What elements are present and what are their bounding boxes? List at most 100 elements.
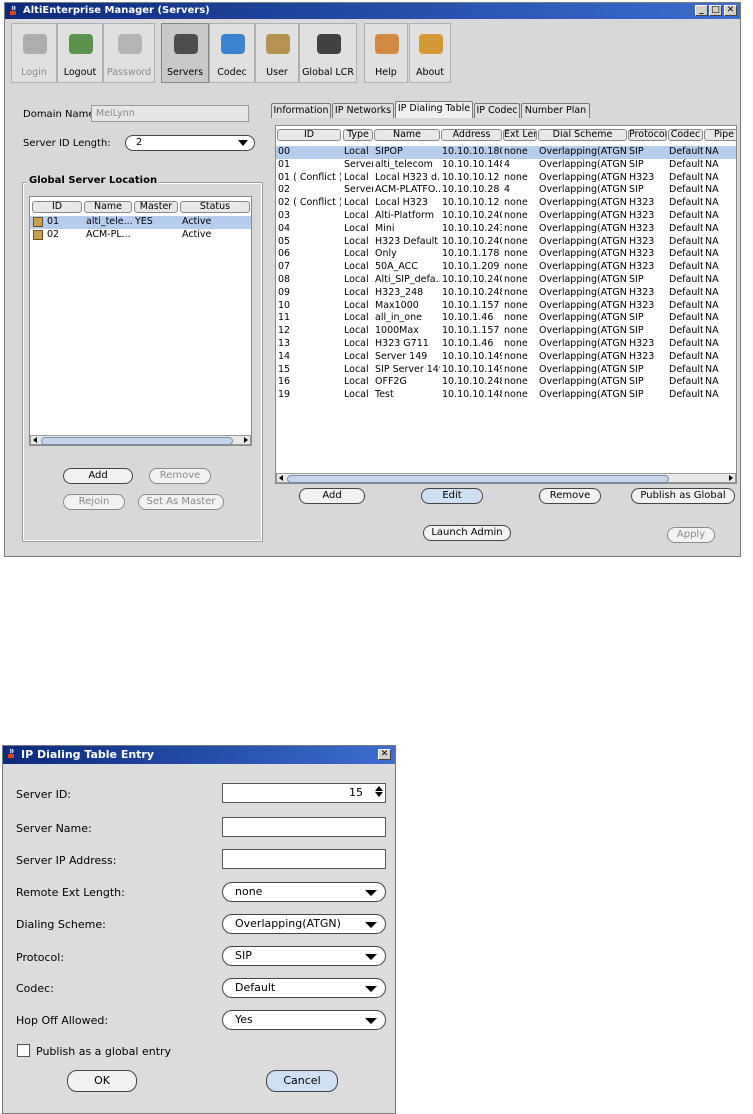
table-row[interactable]: 09 Local H323_248 10.10.10.248 none Overlappi…: [276, 287, 736, 300]
remote-ext-length-value: none: [235, 885, 263, 898]
close-window-button[interactable]: ✕: [724, 5, 737, 16]
table-row[interactable]: 02 ACM-PL... Active: [30, 229, 251, 242]
spin-up-icon[interactable]: [374, 786, 383, 791]
scroll-right-icon[interactable]: [244, 437, 248, 443]
table-row[interactable]: 10 Local Max1000 10.10.1.157 none Overlapping…: [276, 300, 736, 313]
global-scroll-thumb[interactable]: [41, 437, 233, 445]
toolbar-button-global-lcr[interactable]: Global LCR: [299, 23, 357, 83]
table-row[interactable]: 01 Server alti_telecom 10.10.10.148 4 Overlap…: [276, 159, 736, 172]
minimize-button[interactable]: _: [695, 5, 708, 16]
dialing-col-header[interactable]: ID: [277, 129, 341, 141]
dialing-col-header[interactable]: Protocol: [628, 129, 667, 141]
dialing-col-header[interactable]: Ext Len: [503, 129, 537, 141]
toolbar-button-login[interactable]: Login: [11, 23, 57, 83]
remote-ext-length-select[interactable]: none: [222, 882, 386, 902]
toolbar-button-user[interactable]: User: [255, 23, 299, 83]
server-name-input[interactable]: [222, 817, 386, 837]
toolbar-button-password[interactable]: Password: [103, 23, 155, 83]
dialing-cell-id: 10: [278, 299, 291, 311]
dialing-scroll-thumb[interactable]: [287, 475, 669, 483]
toolbar-button-logout[interactable]: Logout: [57, 23, 103, 83]
server-id-spinner[interactable]: 15: [222, 783, 386, 803]
table-row[interactable]: 02 Server ACM-PLATFO... 10.10.10.28 4 Overlap…: [276, 184, 736, 197]
dialing-cell-name: alti_telecom: [375, 158, 433, 170]
tab-ip-dialing-table[interactable]: IP Dialing Table: [395, 101, 473, 118]
tab-information[interactable]: Information: [271, 103, 331, 118]
dialing-cell-ext-len: none: [504, 235, 528, 247]
dialing-col-header[interactable]: Address: [441, 129, 502, 141]
server-ip-input[interactable]: [222, 849, 386, 869]
dialing-cell-pipe: NA: [705, 197, 719, 209]
dialing-horizontal-scrollbar[interactable]: [276, 473, 736, 483]
protocol-select[interactable]: SIP: [222, 946, 386, 966]
dialing-edit-button[interactable]: Edit: [421, 488, 483, 504]
table-row[interactable]: 13 Local H323 G711 10.10.1.46 none Overlappin…: [276, 338, 736, 351]
publish-as-global-button[interactable]: Publish as Global: [631, 488, 735, 504]
global-col-header[interactable]: Status: [180, 201, 250, 213]
table-row[interactable]: 08 Local Alti_SIP_defa... 10.10.10.240 none O…: [276, 274, 736, 287]
dialing-scheme-select[interactable]: Overlapping(ATGN): [222, 914, 386, 934]
dialing-cell-name: OFF2G: [375, 376, 407, 388]
global-col-header[interactable]: Master: [134, 201, 178, 213]
tab-number-plan[interactable]: Number Plan: [521, 103, 590, 118]
dialing-cell-id: 00: [278, 146, 291, 157]
table-row[interactable]: 15 Local SIP Server 149 10.10.10.149 none Ove…: [276, 364, 736, 377]
dialing-col-header[interactable]: Pipe: [704, 129, 736, 141]
table-row[interactable]: 01 ( Conflict ) Local Local H323 d... 10.10…: [276, 172, 736, 185]
ok-button[interactable]: OK: [67, 1070, 137, 1092]
toolbar-button-help[interactable]: Help: [364, 23, 408, 83]
scroll-left-icon[interactable]: [279, 475, 283, 481]
dialing-add-button[interactable]: Add: [299, 488, 365, 504]
table-row[interactable]: 03 Local Alti-Platform 10.10.10.240 none Over…: [276, 210, 736, 223]
table-row[interactable]: 01 alti_tele... YES Active: [30, 216, 251, 229]
global-remove-button[interactable]: Remove: [149, 468, 211, 484]
global-add-button[interactable]: Add: [63, 468, 133, 484]
spin-down-icon[interactable]: [374, 792, 383, 797]
dialing-cell-type: Server: [344, 158, 373, 170]
domain-name-field[interactable]: MeiLynn: [91, 105, 249, 122]
dialing-cell-ext-len: none: [504, 376, 528, 388]
dialing-cell-address: 10.10.1.209: [442, 261, 500, 273]
table-row[interactable]: 07 Local 50A_ACC 10.10.1.209 none Overlapping…: [276, 261, 736, 274]
tab-ip-codec[interactable]: IP Codec: [474, 103, 520, 118]
dialing-col-header[interactable]: Name: [374, 129, 440, 141]
toolbar-button-codec[interactable]: Codec: [209, 23, 255, 83]
table-row[interactable]: 05 Local H323 Default 10.10.10.240 none Overl…: [276, 236, 736, 249]
set-as-master-button[interactable]: Set As Master: [138, 494, 224, 510]
table-row[interactable]: 14 Local Server 149 10.10.10.149 none Overlap…: [276, 351, 736, 364]
table-row[interactable]: 19 Local Test 10.10.10.148 none Overlapping(A…: [276, 389, 736, 402]
server-id-length-select[interactable]: 2: [125, 135, 255, 151]
hop-off-allowed-select[interactable]: Yes: [222, 1010, 386, 1030]
scroll-left-icon[interactable]: [33, 437, 37, 443]
hop-off-allowed-label: Hop Off Allowed:: [16, 1014, 109, 1027]
dialing-remove-button[interactable]: Remove: [539, 488, 601, 504]
dialing-col-header[interactable]: Type: [343, 129, 373, 141]
table-row[interactable]: 00 Local SIPOP 10.10.10.180 none Overlapping(…: [276, 146, 736, 159]
global-col-header[interactable]: Name: [84, 201, 132, 213]
toolbar-button-about[interactable]: About: [409, 23, 451, 83]
scroll-right-icon[interactable]: [729, 475, 733, 481]
dialing-col-header[interactable]: Codec: [668, 129, 703, 141]
main-title-bar[interactable]: AltiEnterprise Manager (Servers) _ □ ✕: [5, 3, 740, 19]
rejoin-button[interactable]: Rejoin: [63, 494, 125, 510]
cancel-button[interactable]: Cancel: [266, 1070, 338, 1092]
table-row[interactable]: 12 Local 1000Max 10.10.1.157 none Overlapping…: [276, 325, 736, 338]
global-col-header[interactable]: ID: [32, 201, 82, 213]
launch-admin-button[interactable]: Launch Admin: [423, 525, 511, 541]
publish-global-checkbox[interactable]: [17, 1044, 30, 1057]
toolbar-button-servers[interactable]: Servers: [161, 23, 209, 83]
dialog-close-button[interactable]: ✕: [378, 749, 391, 760]
maximize-button[interactable]: □: [709, 5, 722, 16]
dialog-title-bar[interactable]: IP Dialing Table Entry ✕: [3, 746, 395, 764]
dialing-col-header[interactable]: Dial Scheme: [538, 129, 627, 141]
table-row[interactable]: 11 Local all_in_one 10.10.1.46 none Overlappi…: [276, 312, 736, 325]
table-row[interactable]: 16 Local OFF2G 10.10.10.248 none Overlapping(…: [276, 376, 736, 389]
spinner-arrows[interactable]: [373, 785, 384, 801]
table-row[interactable]: 02 ( Conflict ) Local Local H323 10.10.10.1…: [276, 197, 736, 210]
tab-ip-networks[interactable]: IP Networks: [332, 103, 394, 118]
table-row[interactable]: 06 Local Only 10.10.1.178 none Overlapping(AT…: [276, 248, 736, 261]
global-horizontal-scrollbar[interactable]: [30, 435, 251, 445]
table-row[interactable]: 04 Local Mini 10.10.10.243 none Overlapping(A…: [276, 223, 736, 236]
apply-button[interactable]: Apply: [667, 527, 715, 543]
codec-select[interactable]: Default: [222, 978, 386, 998]
